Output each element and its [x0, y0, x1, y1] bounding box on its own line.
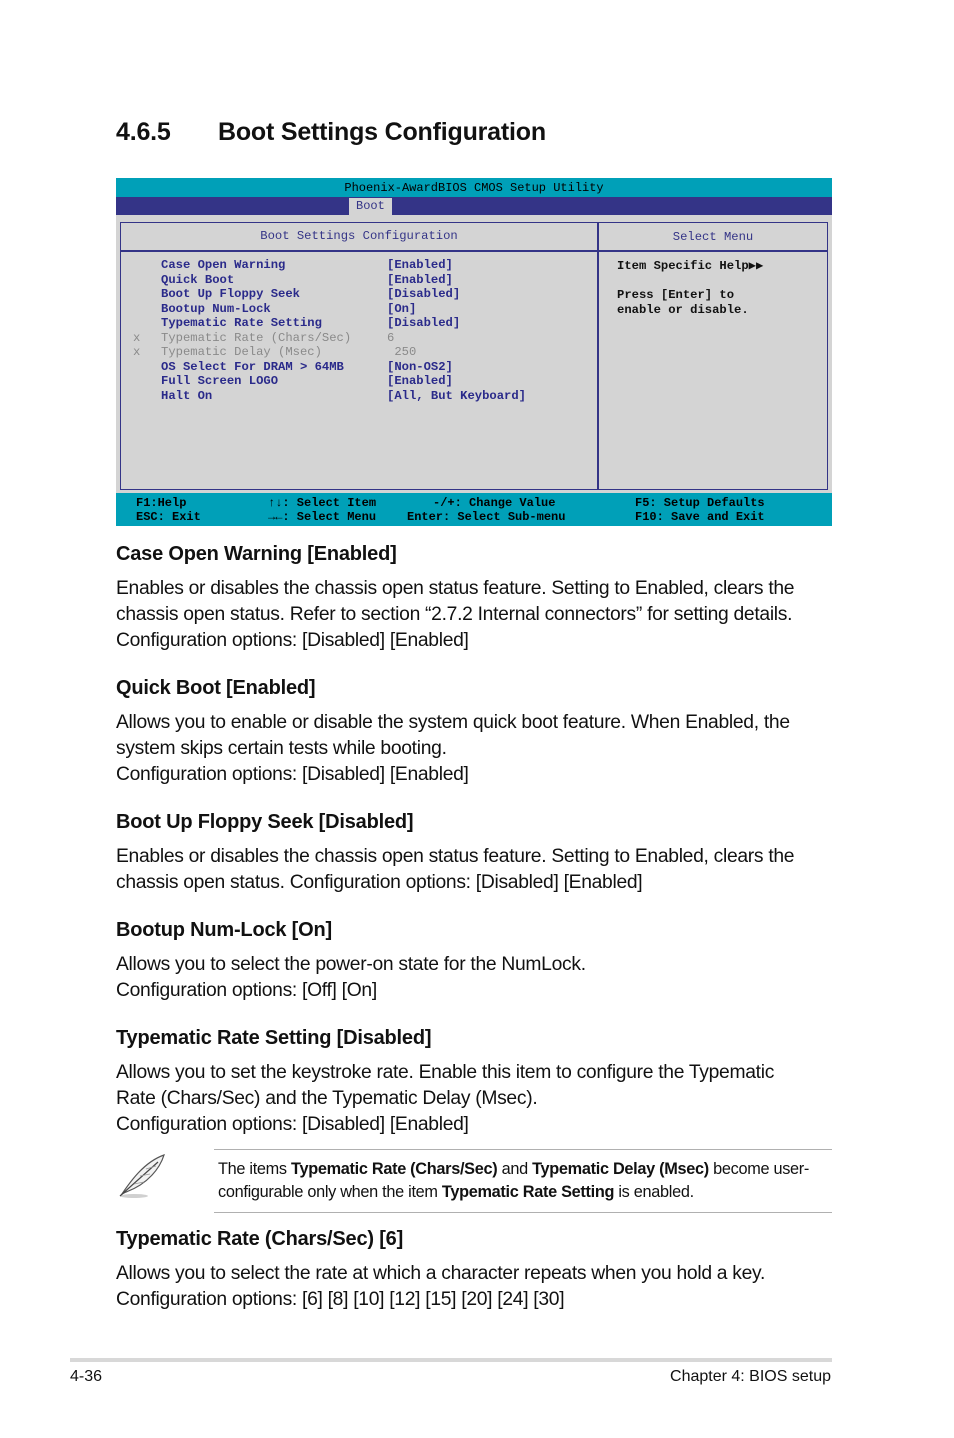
doc-heading: Bootup Num-Lock [On]: [116, 919, 332, 941]
feather-pen-icon: [119, 1154, 165, 1198]
section-number: 4.6.5: [116, 118, 171, 146]
bios-screenshot: Phoenix-AwardBIOS CMOS Setup Utility Boo…: [116, 178, 832, 526]
doc-heading: Case Open Warning [Enabled]: [116, 543, 397, 565]
setting-row: x Typematic Delay (Msec) 250: [133, 345, 526, 360]
settings-list: Case Open Warning [Enabled] Quick Boot [Ena…: [133, 258, 526, 403]
doc-paragraph: Allows you to set the keystroke rate. En…: [116, 1062, 775, 1135]
setting-label: OS Select For DRAM > 64MB: [161, 359, 344, 374]
key-legend-col: F5: Setup Defaults F10: Save and Exit: [635, 496, 765, 524]
bios-key-legend: F1:Help ESC: Exit ↑↓: Select Item →←: Sele…: [116, 493, 832, 526]
disabled-marker: x: [133, 345, 141, 359]
setting-row[interactable]: Boot Up Floppy Seek [Disabled]: [133, 287, 526, 302]
setting-label: Boot Up Floppy Seek: [161, 287, 300, 301]
key-legend-col: F1:Help ESC: Exit: [136, 496, 201, 524]
doc-paragraph: Enables or disables the chassis open sta…: [116, 846, 795, 893]
page-number: 4-36: [70, 1368, 103, 1385]
divider: [121, 250, 827, 252]
setting-label: Case Open Warning: [161, 258, 286, 272]
help-line: Press [Enter] to: [617, 288, 735, 302]
setting-row[interactable]: Typematic Rate Setting [Disabled]: [133, 316, 526, 331]
bios-app-title: Phoenix-AwardBIOS CMOS Setup Utility: [116, 178, 832, 197]
setting-row[interactable]: Quick Boot [Enabled]: [133, 273, 526, 288]
setting-label: Bootup Num-Lock: [161, 301, 271, 316]
key-legend-col: -/+: Change Value Enter: Select Sub-menu: [407, 496, 566, 524]
setting-value[interactable]: [Enabled]: [387, 374, 453, 388]
note-rule-top: [214, 1149, 832, 1150]
help-title: Select Menu: [672, 230, 754, 244]
setting-value[interactable]: [On]: [387, 302, 416, 316]
bios-menubar: Boot: [116, 197, 832, 215]
setting-label: Halt On: [161, 388, 213, 403]
setting-row[interactable]: Full Screen LOGO [Enabled]: [133, 374, 526, 389]
setting-row[interactable]: Case Open Warning [Enabled]: [133, 258, 526, 273]
setting-label: Typematic Rate Setting: [161, 316, 322, 330]
setting-label: Quick Boot: [161, 272, 235, 287]
setting-row[interactable]: OS Select For DRAM > 64MB [Non-OS2]: [133, 360, 526, 375]
footer-rule: [70, 1358, 832, 1362]
setting-label: Full Screen LOGO: [161, 374, 279, 388]
setting-value[interactable]: [Enabled]: [387, 273, 453, 287]
setting-row[interactable]: Halt On [All, But Keyboard]: [133, 389, 526, 404]
doc-paragraph: Allows you to enable or disable the syst…: [116, 712, 790, 785]
disabled-marker: x: [133, 330, 141, 345]
chapter-label: Chapter 4: BIOS setup: [670, 1368, 831, 1385]
help-line: enable or disable.: [617, 302, 749, 317]
doc-heading: Quick Boot [Enabled]: [116, 677, 316, 699]
setting-value[interactable]: [Disabled]: [387, 287, 460, 301]
setting-value: 250: [387, 345, 417, 359]
doc-paragraph: Enables or disables the chassis open sta…: [116, 578, 795, 651]
doc-paragraph: Allows you to select the rate at which a…: [116, 1263, 766, 1310]
setting-label: Typematic Rate (Chars/Sec): [161, 330, 352, 345]
setting-value: 6: [387, 330, 395, 345]
note-rule-bottom: [214, 1212, 832, 1213]
doc-heading: Boot Up Floppy Seek [Disabled]: [116, 811, 414, 833]
section-heading: Boot Settings Configuration: [218, 118, 546, 146]
setting-row: x Typematic Rate (Chars/Sec) 6: [133, 331, 526, 346]
panel-title: Boot Settings Configuration: [260, 229, 458, 243]
setting-value[interactable]: [All, But Keyboard]: [387, 389, 526, 403]
doc-heading: Typematic Rate (Chars/Sec) [6]: [116, 1228, 404, 1250]
setting-value[interactable]: [Enabled]: [387, 258, 453, 272]
tab-boot[interactable]: Boot: [349, 198, 392, 215]
bios-panel: Boot Settings Configuration Select Menu …: [120, 222, 828, 490]
divider: [597, 223, 599, 489]
key-legend-col: ↑↓: Select Item →←: Select Menu: [268, 496, 377, 524]
setting-value[interactable]: [Non-OS2]: [387, 360, 453, 374]
setting-row[interactable]: Bootup Num-Lock [On]: [133, 302, 526, 317]
help-panel: Item Specific Help▶▶ Press [Enter] to en…: [617, 259, 763, 317]
doc-heading: Typematic Rate Setting [Disabled]: [116, 1027, 432, 1049]
setting-label: Typematic Delay (Msec): [161, 345, 322, 359]
section-title: 4.6.5 Boot Settings Configuration: [116, 118, 546, 147]
help-heading: Item Specific Help▶▶: [617, 259, 764, 273]
doc-paragraph: Allows you to select the power-on state …: [116, 954, 586, 1001]
setting-value[interactable]: [Disabled]: [387, 316, 460, 330]
note-text: The items Typematic Rate (Chars/Sec) and…: [218, 1160, 810, 1201]
